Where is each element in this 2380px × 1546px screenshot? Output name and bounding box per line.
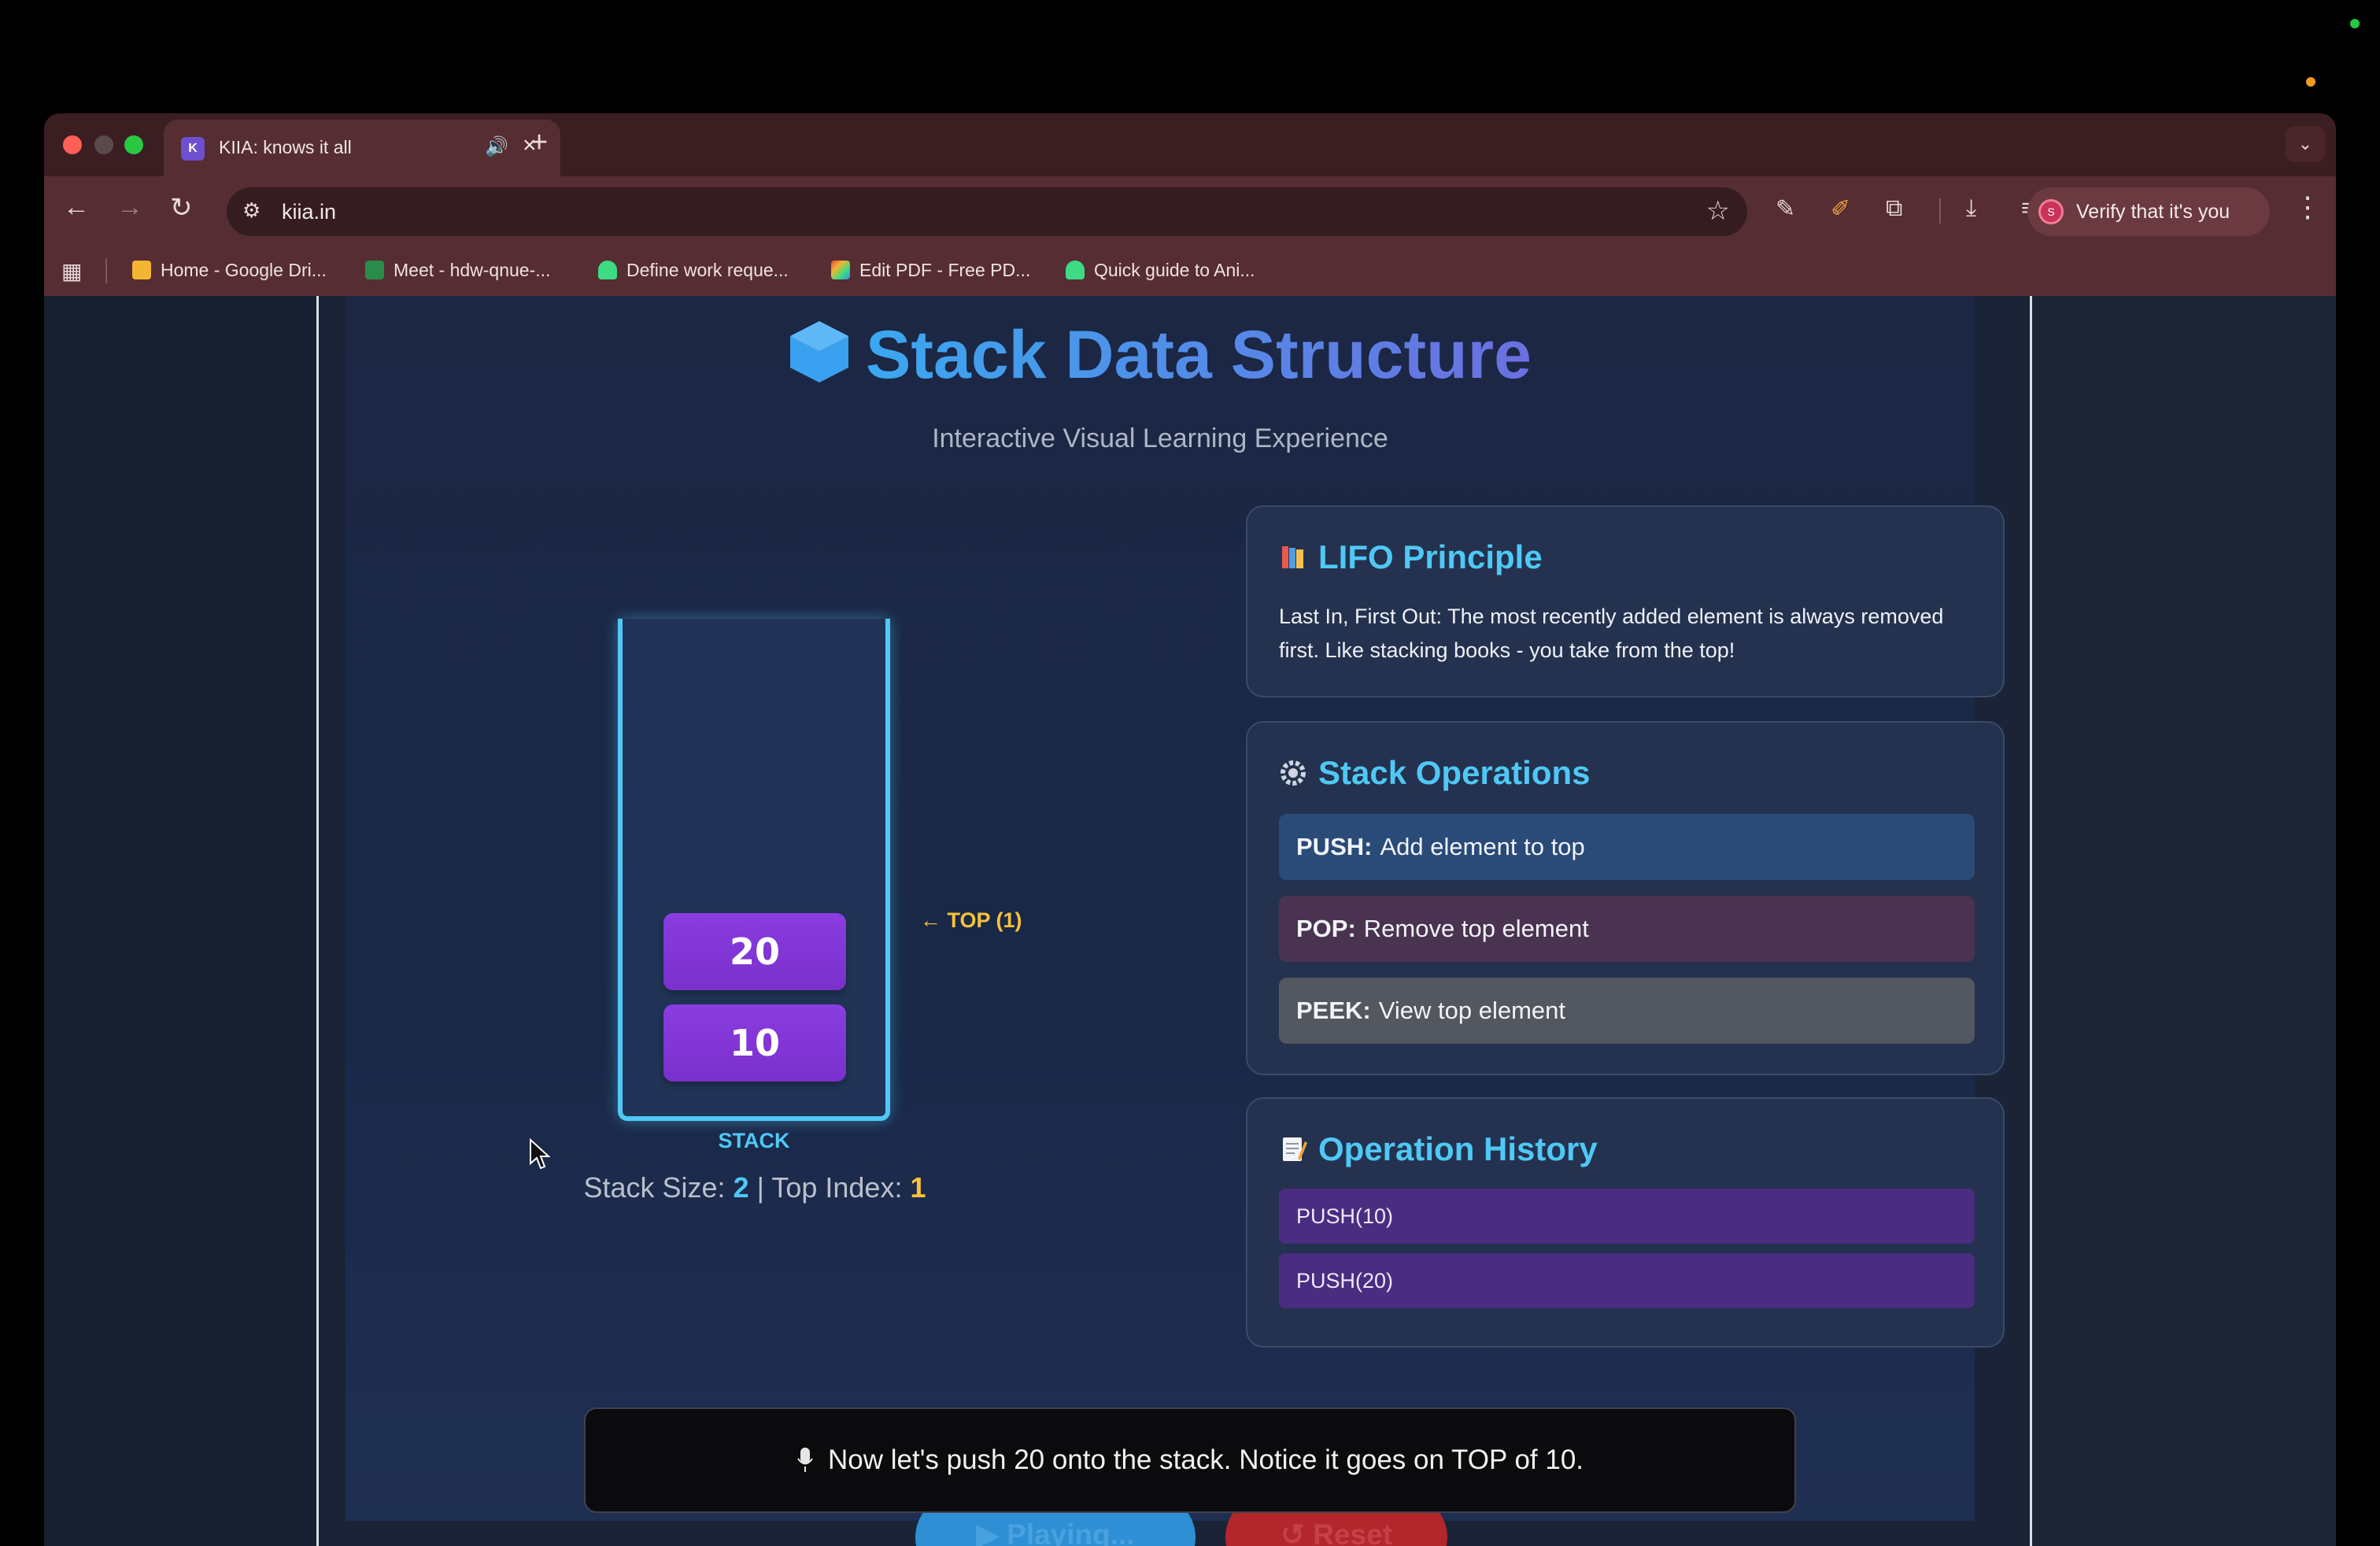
verify-profile-button[interactable]: S Verify that it's you — [2027, 187, 2270, 236]
bookmark-item[interactable]: Define work reque... — [598, 260, 789, 281]
operation-push: PUSH: Add element to top — [1279, 814, 1975, 880]
eyedropper-icon[interactable]: ✎ — [1776, 195, 1795, 223]
operation-pop: POP: Remove top element — [1279, 896, 1975, 962]
bookmarks-divider — [105, 258, 107, 283]
close-window-button[interactable] — [63, 135, 82, 154]
google-drive-icon — [132, 261, 151, 279]
stack-info-separator: | — [756, 1171, 764, 1204]
android-icon — [1066, 261, 1085, 279]
operations-card: Stack Operations PUSH: Add element to top… — [1246, 721, 2005, 1075]
page-title: Stack Data Structure — [866, 317, 1532, 393]
google-meet-icon — [365, 261, 384, 279]
android-icon — [598, 261, 617, 279]
stack-size-label: Stack Size: — [583, 1171, 726, 1204]
minimize-window-button[interactable] — [94, 135, 113, 154]
reload-icon[interactable]: ↻ — [170, 192, 193, 224]
operation-peek: PEEK: View top element — [1279, 978, 1975, 1044]
download-icon[interactable]: ⤓ — [1966, 195, 1976, 222]
bookmark-item[interactable]: Home - Google Dri... — [132, 260, 327, 281]
tab-search-button[interactable]: ⌄ — [2286, 126, 2325, 162]
bookmark-item[interactable]: Quick guide to Ani... — [1066, 260, 1255, 281]
lifo-card: LIFO Principle Last In, First Out: The m… — [1246, 505, 2005, 697]
history-card-title: Operation History — [1279, 1130, 1598, 1168]
operations-card-title: Stack Operations — [1279, 754, 1590, 792]
caption-text: Now let's push 20 onto the stack. Notice… — [827, 1444, 1584, 1475]
site-settings-icon[interactable]: ⚙ — [242, 198, 261, 223]
bookmark-item[interactable]: Meet - hdw-qnue-... — [365, 260, 550, 281]
verify-label: Verify that it's you — [2076, 201, 2230, 223]
speaker-icon[interactable]: 🔊 — [485, 135, 508, 158]
app-container: Stack Data Structure Interactive Visual … — [316, 296, 2032, 1546]
page-header: Stack Data Structure — [346, 316, 1975, 394]
stack-size-value: 2 — [733, 1171, 749, 1204]
page-viewport: Stack Data Structure Interactive Visual … — [44, 296, 2336, 1546]
mouse-cursor-icon — [530, 1138, 551, 1170]
status-indicator-orange — [2306, 77, 2315, 87]
stack-container: 20 10 — [618, 619, 890, 1121]
forward-arrow-icon[interactable]: → — [116, 192, 143, 223]
lifo-card-title: LIFO Principle — [1279, 538, 1543, 576]
tab-kiia[interactable]: K KIIA: knows it all 🔊 × — [164, 120, 560, 176]
lifo-description: Last In, First Out: The most recently ad… — [1279, 605, 1944, 662]
pdf-editor-icon — [831, 261, 850, 279]
stack-visualizer-panel: Stack Data Structure Interactive Visual … — [346, 296, 2005, 1546]
stack-info: Stack Size: 2 | Top Index: 1 — [503, 1171, 1007, 1204]
history-card: Operation History PUSH(10) PUSH(20) — [1246, 1097, 2005, 1348]
browser-menu-icon[interactable]: ⋮ — [2293, 190, 2322, 224]
kiia-favicon-icon: K — [181, 137, 205, 161]
stack-element: 10 — [663, 1004, 846, 1082]
pen-extension-icon[interactable]: ✐ — [1831, 195, 1850, 223]
page-margin-left — [44, 296, 316, 1546]
top-index-value: 1 — [910, 1171, 926, 1204]
url-text[interactable]: kiia.in — [282, 200, 336, 224]
microphone-icon — [797, 1448, 813, 1472]
address-bar[interactable]: ⚙ kiia.in ☆ — [227, 187, 1747, 236]
bookmark-item[interactable]: Edit PDF - Free PD... — [831, 260, 1030, 281]
back-arrow-icon[interactable]: ← — [63, 192, 90, 223]
bookmark-star-icon[interactable]: ☆ — [1706, 195, 1730, 227]
memo-icon — [1283, 1137, 1307, 1161]
history-item: PUSH(10) — [1279, 1189, 1975, 1244]
status-indicator-green — [2350, 19, 2360, 28]
apps-grid-icon[interactable]: ▦ — [61, 258, 82, 284]
extensions-puzzle-icon[interactable]: ⧉ — [1886, 195, 1902, 222]
stack-element: 20 — [663, 913, 846, 990]
hexagon-icon — [790, 321, 848, 383]
browser-window: K KIIA: knows it all 🔊 × + ⌄ ← → ↻ ⚙ kii… — [44, 113, 2336, 1546]
top-pointer-label: ← TOP (1) — [920, 908, 1022, 932]
page-subtitle: Interactive Visual Learning Experience — [932, 423, 1388, 453]
top-index-label: Top Index: — [771, 1171, 903, 1204]
history-item: PUSH(20) — [1279, 1253, 1975, 1308]
page-margin-right — [2029, 296, 2336, 1546]
narration-caption: Now let's push 20 onto the stack. Notice… — [584, 1407, 1796, 1513]
new-tab-button[interactable]: + — [530, 126, 548, 160]
bookmarks-bar: ▦ Home - Google Dri... Meet - hdw-qnue-.… — [44, 246, 2336, 296]
stack-label: STACK — [718, 1129, 790, 1152]
tab-title: KIIA: knows it all — [219, 137, 352, 157]
books-icon — [1282, 546, 1303, 568]
tab-bar: K KIIA: knows it all 🔊 × + ⌄ — [44, 113, 2336, 176]
profile-avatar: S — [2038, 199, 2064, 224]
browser-toolbar: ← → ↻ ⚙ kiia.in ☆ ✎ ✐ ⧉ ⤓ ≡ S Verify tha… — [44, 176, 2336, 246]
maximize-window-button[interactable] — [124, 135, 143, 154]
gear-icon — [1281, 760, 1306, 786]
toolbar-divider — [1939, 198, 1941, 224]
